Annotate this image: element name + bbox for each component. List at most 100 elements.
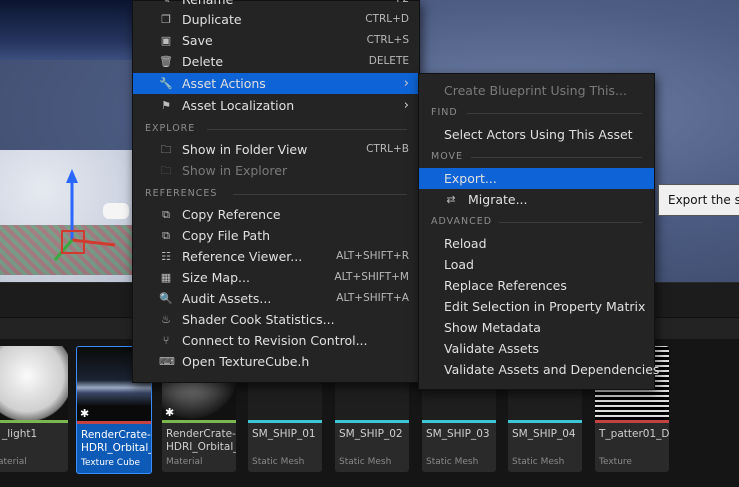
asset-star-icon: ✱ — [80, 407, 90, 420]
asset-type: aterial — [0, 457, 27, 467]
asset-name: SM_SHIP_04 — [512, 428, 576, 440]
menu-item-shader-cook-statistics[interactable]: ♨ Shader Cook Statistics... — [133, 309, 419, 330]
menu-item-validate-assets[interactable]: Validate Assets — [419, 338, 654, 359]
menu-item-reload[interactable]: Reload — [419, 233, 654, 254]
section-divider — [207, 129, 407, 130]
asset-type-bar — [335, 420, 409, 423]
menu-item-label: Export... — [444, 171, 497, 186]
menu-item-label: Show in Folder View — [182, 142, 308, 157]
asset-star-icon: ✱ — [165, 406, 175, 419]
menu-item-audit-assets[interactable]: 🔍 Audit Assets... ALT+SHIFT+A — [133, 288, 419, 309]
asset-type: Texture — [599, 457, 632, 467]
menu-item-label: Shader Cook Statistics... — [182, 312, 335, 327]
menu-item-label: Show Metadata — [444, 320, 541, 335]
asset-type-bar — [162, 420, 236, 423]
menu-item-shortcut: CTRL+B — [366, 143, 409, 155]
menu-item-shortcut: ALT+SHIFT+M — [334, 271, 409, 283]
menu-item-copy-reference[interactable]: ⧉ Copy Reference — [133, 204, 419, 225]
menu-item-label: Reference Viewer... — [182, 249, 303, 264]
section-header-move: MOVE — [431, 150, 642, 164]
menu-item-label: Asset Actions — [182, 76, 266, 91]
migrate-icon: ⇄ — [446, 193, 456, 206]
export-tooltip: Export the se — [658, 184, 739, 216]
menu-item-show-in-explorer[interactable]: 🗀 Show in Explorer — [133, 160, 419, 181]
menu-item-label: Delete — [182, 54, 224, 69]
menu-item-size-map[interactable]: ▦ Size Map... ALT+SHIFT+M — [133, 267, 419, 288]
section-divider — [499, 222, 642, 223]
menu-item-shortcut: DELETE — [368, 55, 409, 67]
asset-type-bar — [508, 420, 582, 423]
menu-item-create-blueprint[interactable]: Create Blueprint Using This... — [419, 80, 654, 101]
code-file-icon: ⌨ — [159, 355, 175, 368]
asset-tile[interactable]: _light1 aterial — [0, 346, 68, 472]
menu-item-open-header[interactable]: ⌨ Open TextureCube.h — [133, 351, 419, 372]
menu-item-save[interactable]: ▣ Save CTRL+S — [133, 30, 419, 51]
save-icon: ▣ — [160, 34, 172, 47]
asset-type: Texture Cube — [81, 458, 141, 468]
menu-item-label: Save — [182, 33, 213, 48]
menu-item-select-actors[interactable]: Select Actors Using This Asset — [419, 124, 654, 145]
explorer-icon: 🗀 — [160, 164, 172, 177]
menu-item-label: Copy Reference — [182, 207, 281, 222]
flag-icon: ⚑ — [161, 99, 171, 112]
menu-item-label: Size Map... — [182, 270, 250, 285]
menu-item-label: Duplicate — [182, 12, 242, 27]
menu-item-edit-property-matrix[interactable]: Edit Selection in Property Matrix — [419, 296, 654, 317]
menu-item-label: Open TextureCube.h — [182, 354, 310, 369]
asset-thumbnail — [0, 346, 68, 420]
menu-item-validate-dependencies[interactable]: Validate Assets and Dependencies — [419, 359, 659, 380]
asset-type: Static Mesh — [252, 457, 305, 467]
asset-actions-submenu: Create Blueprint Using This... FIND Sele… — [418, 73, 659, 390]
submenu-arrow-icon: › — [403, 98, 409, 113]
menu-item-copy-file-path[interactable]: ⧉ Copy File Path — [133, 225, 419, 246]
asset-type-bar — [248, 420, 322, 423]
copy-reference-icon: ⧉ — [162, 208, 170, 221]
transform-gizmo-icon[interactable] — [40, 165, 130, 275]
delete-icon: 🗑 — [159, 55, 173, 68]
menu-item-load[interactable]: Load — [419, 254, 654, 275]
rename-icon: ✎ — [159, 0, 173, 6]
duplicate-icon: ❐ — [161, 13, 171, 26]
asset-name: T_patter01_D — [599, 428, 669, 440]
menu-item-label: Create Blueprint Using This... — [444, 83, 627, 98]
menu-item-delete[interactable]: 🗑 Delete DELETE — [133, 51, 419, 72]
menu-item-duplicate[interactable]: ❐ Duplicate CTRL+D — [133, 9, 419, 30]
viewport-sky — [0, 0, 140, 60]
menu-item-label: Validate Assets — [444, 341, 540, 356]
menu-item-label: Connect to Revision Control... — [182, 333, 368, 348]
folder-view-icon: 🗀 — [160, 143, 172, 156]
audit-icon: 🔍 — [159, 292, 173, 305]
menu-item-connect-revision-control[interactable]: ⑂ Connect to Revision Control... — [133, 330, 419, 351]
menu-item-shortcut: CTRL+D — [365, 13, 409, 25]
shader-icon: ♨ — [161, 313, 171, 326]
asset-name: SM_SHIP_02 — [339, 428, 403, 440]
menu-item-export[interactable]: Export... — [419, 168, 654, 189]
section-header-find: FIND — [431, 106, 642, 120]
menu-item-asset-localization[interactable]: ⚑ Asset Localization › — [133, 95, 419, 116]
asset-type: Material — [166, 457, 203, 467]
copy-file-path-icon: ⧉ — [162, 229, 170, 242]
asset-name: RenderCrate- HDRI_Orbital_ — [166, 428, 236, 453]
asset-type-bar — [0, 420, 68, 423]
asset-type-bar — [422, 420, 496, 423]
menu-item-replace-references[interactable]: Replace References — [419, 275, 654, 296]
menu-item-label: Migrate... — [468, 192, 528, 207]
menu-item-show-metadata[interactable]: Show Metadata — [419, 317, 654, 338]
revision-control-icon: ⑂ — [162, 334, 170, 347]
section-header-advanced: ADVANCED — [431, 215, 642, 229]
menu-item-reference-viewer[interactable]: ☷ Reference Viewer... ALT+SHIFT+R — [133, 246, 419, 267]
menu-item-shortcut: ALT+SHIFT+R — [336, 250, 409, 262]
section-header-references: REFERENCES — [145, 187, 407, 201]
menu-item-label: Edit Selection in Property Matrix — [444, 299, 646, 314]
asset-type: Static Mesh — [512, 457, 565, 467]
size-map-icon: ▦ — [160, 271, 172, 284]
menu-item-shortcut: CTRL+S — [366, 34, 409, 46]
menu-item-asset-actions[interactable]: 🔧 Asset Actions › — [133, 73, 419, 94]
menu-item-migrate[interactable]: ⇄ Migrate... — [419, 189, 654, 210]
section-divider — [471, 157, 642, 158]
asset-name: RenderCrate- HDRI_Orbital_ — [81, 429, 152, 454]
asset-name: _light1 — [2, 428, 38, 440]
menu-item-label: Reload — [444, 236, 487, 251]
menu-item-show-in-folder-view[interactable]: 🗀 Show in Folder View CTRL+B — [133, 139, 419, 160]
viewport-object — [103, 203, 129, 219]
